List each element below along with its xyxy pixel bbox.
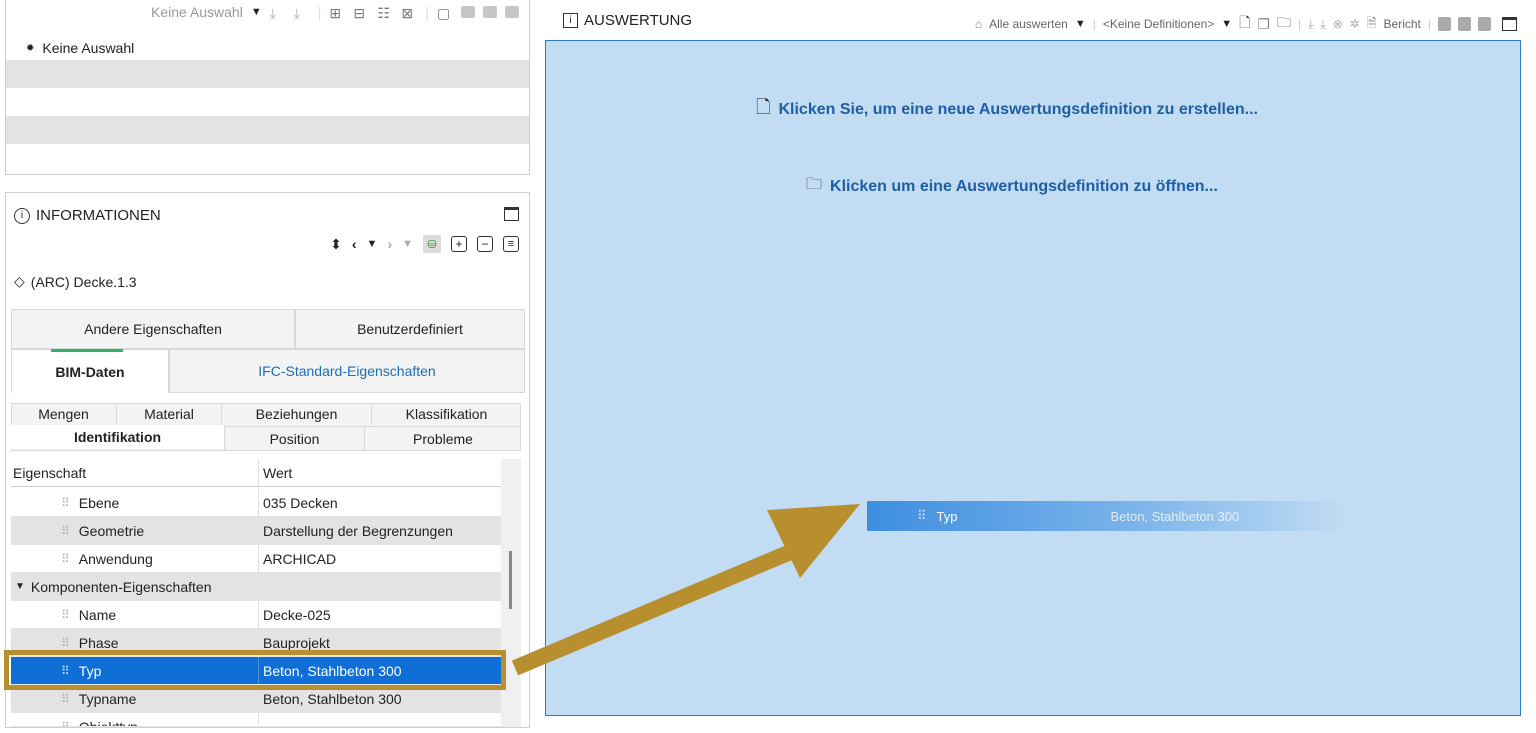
settings-icon[interactable]: ✲ xyxy=(1350,17,1360,31)
expand-triangle-icon[interactable]: ▼ xyxy=(15,581,25,592)
auswertung-body: 🗋 Klicken Sie, um eine neue Auswertungsd… xyxy=(545,40,1521,716)
tab-andere-eigenschaften[interactable]: Andere Eigenschaften xyxy=(11,309,295,349)
back-dropdown-icon[interactable]: ▼ xyxy=(367,238,378,250)
export-icon[interactable]: ⤓ xyxy=(1320,17,1325,32)
building-icon[interactable]: ⌂ xyxy=(975,17,982,31)
table-header: Eigenschaft Wert xyxy=(11,459,501,487)
highlight-frame xyxy=(4,650,506,690)
panel-icon-2[interactable] xyxy=(483,6,497,18)
tab-bim-daten[interactable]: BIM-Daten xyxy=(11,349,169,393)
drag-handle-icon[interactable]: ⠿ xyxy=(61,524,70,538)
selection-item[interactable]: ✹ Keine Auswahl xyxy=(26,40,134,56)
panel-icon-1[interactable] xyxy=(461,6,475,18)
forward-dropdown-icon[interactable]: ▼ xyxy=(402,238,413,250)
drag-handle-icon[interactable]: ⠿ xyxy=(61,552,70,566)
info-title: i INFORMATIONEN xyxy=(14,207,161,224)
import-icon[interactable]: ⤓ xyxy=(270,5,286,21)
auswertung-icon: i xyxy=(563,12,578,28)
info-icon: i xyxy=(14,207,30,224)
empty-row xyxy=(6,116,529,144)
tab-benutzerdefiniert[interactable]: Benutzerdefiniert xyxy=(295,309,525,349)
table-row[interactable]: ⠿ Anwendung ARCHICAD xyxy=(11,545,501,573)
column-wert[interactable]: Wert xyxy=(258,459,501,486)
bag-icon-3[interactable] xyxy=(1478,17,1491,31)
view-icon[interactable]: ▢ xyxy=(437,5,453,21)
subtab-klassifikation[interactable]: Klassifikation xyxy=(371,403,521,425)
table-row[interactable]: ⠿ Objekttyp xyxy=(11,713,501,727)
export-icon[interactable]: ⤓ xyxy=(294,5,310,21)
tree-collapse-icon[interactable]: ⊠ xyxy=(401,5,417,21)
open-definition-link[interactable]: 🗀 Klicken um eine Auswertungsdefinition … xyxy=(806,173,1218,200)
tree-expand-icon[interactable]: ⊟ xyxy=(353,5,369,21)
chevron-down-icon[interactable]: ▼ xyxy=(251,6,262,18)
drag-handle-icon[interactable]: ⠿ xyxy=(61,496,70,510)
subtab-position[interactable]: Position xyxy=(224,426,364,450)
new-document-icon: 🗋 xyxy=(756,97,771,117)
remove-icon[interactable]: − xyxy=(477,236,493,252)
object-header: ◇ (ARC) Decke.1.3 xyxy=(14,273,137,290)
report-icon[interactable]: 🗎 xyxy=(1367,14,1377,35)
information-panel: i INFORMATIONEN ⬍ ‹ ▼ › ▼ ⛁ + − ≡ ◇ (ARC… xyxy=(4,192,530,728)
subtab-probleme[interactable]: Probleme xyxy=(364,426,521,450)
element-filter-icon[interactable]: ⛁ xyxy=(423,235,441,253)
drag-handle-icon[interactable]: ⠿ xyxy=(61,608,70,622)
subtab-mengen[interactable]: Mengen xyxy=(11,403,116,425)
drag-handle-icon[interactable]: ⠿ xyxy=(61,692,70,706)
tab-ifc-standard[interactable]: IFC-Standard-Eigenschaften xyxy=(169,349,525,393)
copy-icon[interactable]: ❐ xyxy=(1257,16,1270,33)
chevron-down-icon[interactable]: ▼ xyxy=(1221,18,1232,30)
subtab-identifikation[interactable]: Identifikation xyxy=(11,425,224,449)
back-icon[interactable]: ‹ xyxy=(352,236,357,252)
stop-icon[interactable]: ⊗ xyxy=(1333,17,1343,31)
scrollbar-thumb[interactable] xyxy=(509,551,512,609)
selection-toolbar: Keine Auswahl ▼ ⤓ ⤓ | ⊞ ⊟ ☷ ⊠ | ▢ xyxy=(151,4,519,21)
evaluate-all-button[interactable]: Alle auswerten xyxy=(989,17,1068,31)
auswertung-panel: i AUSWERTUNG ⌂ Alle auswerten ▼ | <Keine… xyxy=(545,0,1521,716)
group-row[interactable]: ▼ Komponenten-Eigenschaften xyxy=(11,573,501,601)
table-row[interactable]: ⠿ Ebene 035 Decken xyxy=(11,489,501,517)
maximize-icon[interactable] xyxy=(1502,17,1517,31)
tree-icon[interactable]: ⊞ xyxy=(329,5,345,21)
drag-handle-icon: ⠿ xyxy=(917,508,927,523)
list-icon[interactable]: ≡ xyxy=(503,236,519,252)
definitions-dropdown[interactable]: <Keine Definitionen> xyxy=(1103,17,1214,31)
subtab-beziehungen[interactable]: Beziehungen xyxy=(221,403,371,425)
info-toolbar: ⬍ ‹ ▼ › ▼ ⛁ + − ≡ xyxy=(330,235,519,253)
drag-handle-icon[interactable]: ⠿ xyxy=(61,720,70,726)
subtab-material[interactable]: Material xyxy=(116,403,221,425)
active-tab-indicator xyxy=(51,349,123,352)
forward-icon[interactable]: › xyxy=(387,236,392,252)
empty-row xyxy=(6,60,529,88)
folder-icon: 🗀 xyxy=(806,176,823,193)
import-icon[interactable]: ⤓ xyxy=(1308,17,1313,32)
new-definition-icon[interactable]: 🗋 xyxy=(1239,12,1250,36)
sort-icon[interactable]: ⬍ xyxy=(330,236,342,253)
selection-dropdown[interactable]: Keine Auswahl xyxy=(151,4,243,20)
chevron-down-icon[interactable]: ▼ xyxy=(1075,18,1086,30)
bag-icon-2[interactable] xyxy=(1458,17,1471,31)
maximize-icon[interactable] xyxy=(504,207,519,221)
bag-icon-1[interactable] xyxy=(1438,17,1451,31)
add-icon[interactable]: + xyxy=(451,236,467,252)
create-definition-link[interactable]: 🗋 Klicken Sie, um eine neue Auswertungsd… xyxy=(756,95,1258,125)
drag-ghost-row: ⠿ Typ Beton, Stahlbeton 300 xyxy=(867,501,1347,531)
auswertung-toolbar: ⌂ Alle auswerten ▼ | <Keine Definitionen… xyxy=(975,12,1517,36)
auswertung-header: i AUSWERTUNG ⌂ Alle auswerten ▼ | <Keine… xyxy=(545,0,1521,40)
bullet-icon: ✹ xyxy=(26,42,35,54)
tree-filter-icon[interactable]: ☷ xyxy=(377,5,393,21)
table-row[interactable]: ⠿ Geometrie Darstellung der Begrenzungen xyxy=(11,517,501,545)
close-icon[interactable] xyxy=(505,6,519,18)
drag-handle-icon[interactable]: ⠿ xyxy=(61,636,70,650)
selection-panel: Keine Auswahl ▼ ⤓ ⤓ | ⊞ ⊟ ☷ ⊠ | ▢ ✹ Kein… xyxy=(5,0,530,175)
report-button[interactable]: Bericht xyxy=(1384,17,1421,31)
column-eigenschaft[interactable]: Eigenschaft xyxy=(11,465,258,481)
layer-icon: ◇ xyxy=(14,273,25,289)
open-folder-icon[interactable]: 🗀 xyxy=(1277,12,1291,36)
table-row[interactable]: ⠿ Name Decke-025 xyxy=(11,601,501,629)
